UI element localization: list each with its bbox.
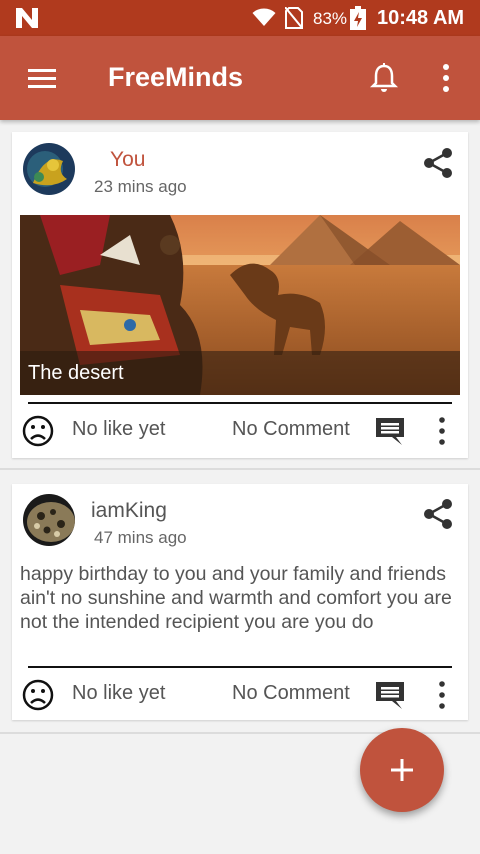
comment-icon[interactable] xyxy=(374,415,406,447)
comment-icon[interactable] xyxy=(374,679,406,711)
notification-bell-icon[interactable] xyxy=(368,62,400,94)
like-status[interactable]: No like yet xyxy=(72,682,165,705)
add-icon xyxy=(391,759,413,781)
post-time: 23 mins ago xyxy=(94,177,187,196)
more-vert-icon[interactable] xyxy=(432,415,452,447)
avatar-image xyxy=(23,143,75,195)
n-logo-icon xyxy=(16,8,38,28)
post-author[interactable]: iamKing xyxy=(91,499,167,523)
avatar[interactable] xyxy=(23,494,75,546)
post-body: happy birthday to you and your family an… xyxy=(20,563,452,633)
post-author[interactable]: You xyxy=(110,148,145,172)
menu-icon-line xyxy=(28,85,56,88)
menu-icon-line xyxy=(28,69,56,72)
avatar[interactable] xyxy=(23,143,75,195)
caption-bar: The desert xyxy=(20,351,460,395)
more-vert-icon[interactable] xyxy=(432,679,452,711)
sad-face-icon[interactable] xyxy=(22,679,54,711)
like-status[interactable]: No like yet xyxy=(72,418,165,441)
feed-separator xyxy=(0,468,480,470)
share-icon[interactable] xyxy=(422,147,454,179)
battery-charging-icon xyxy=(350,6,366,30)
menu-icon-line xyxy=(28,77,56,80)
post-card: You 23 mins ago The desert No like yet N… xyxy=(12,132,468,458)
post-time: 47 mins ago xyxy=(94,528,187,547)
post-divider xyxy=(28,666,452,668)
post-card: iamKing 47 mins ago happy birthday to yo… xyxy=(12,484,468,720)
post-divider xyxy=(28,402,452,404)
share-icon[interactable] xyxy=(422,498,454,530)
app-title: FreeMinds xyxy=(108,62,244,92)
comment-status[interactable]: No Comment xyxy=(232,682,350,705)
no-sim-icon xyxy=(285,7,303,29)
add-post-button[interactable] xyxy=(360,728,444,812)
status-bar: 83% 10:48 AM xyxy=(0,0,480,36)
battery-percent: 83% xyxy=(313,9,348,28)
app-bar: FreeMinds xyxy=(0,36,480,120)
post-image[interactable]: The desert xyxy=(20,215,460,395)
wifi-icon xyxy=(252,8,276,26)
menu-button[interactable] xyxy=(24,64,60,92)
comment-status[interactable]: No Comment xyxy=(232,418,350,441)
avatar-image xyxy=(23,494,75,546)
image-caption: The desert xyxy=(28,362,124,384)
clock: 10:48 AM xyxy=(377,7,465,29)
more-vert-icon[interactable] xyxy=(432,62,460,94)
sad-face-icon[interactable] xyxy=(22,415,54,447)
